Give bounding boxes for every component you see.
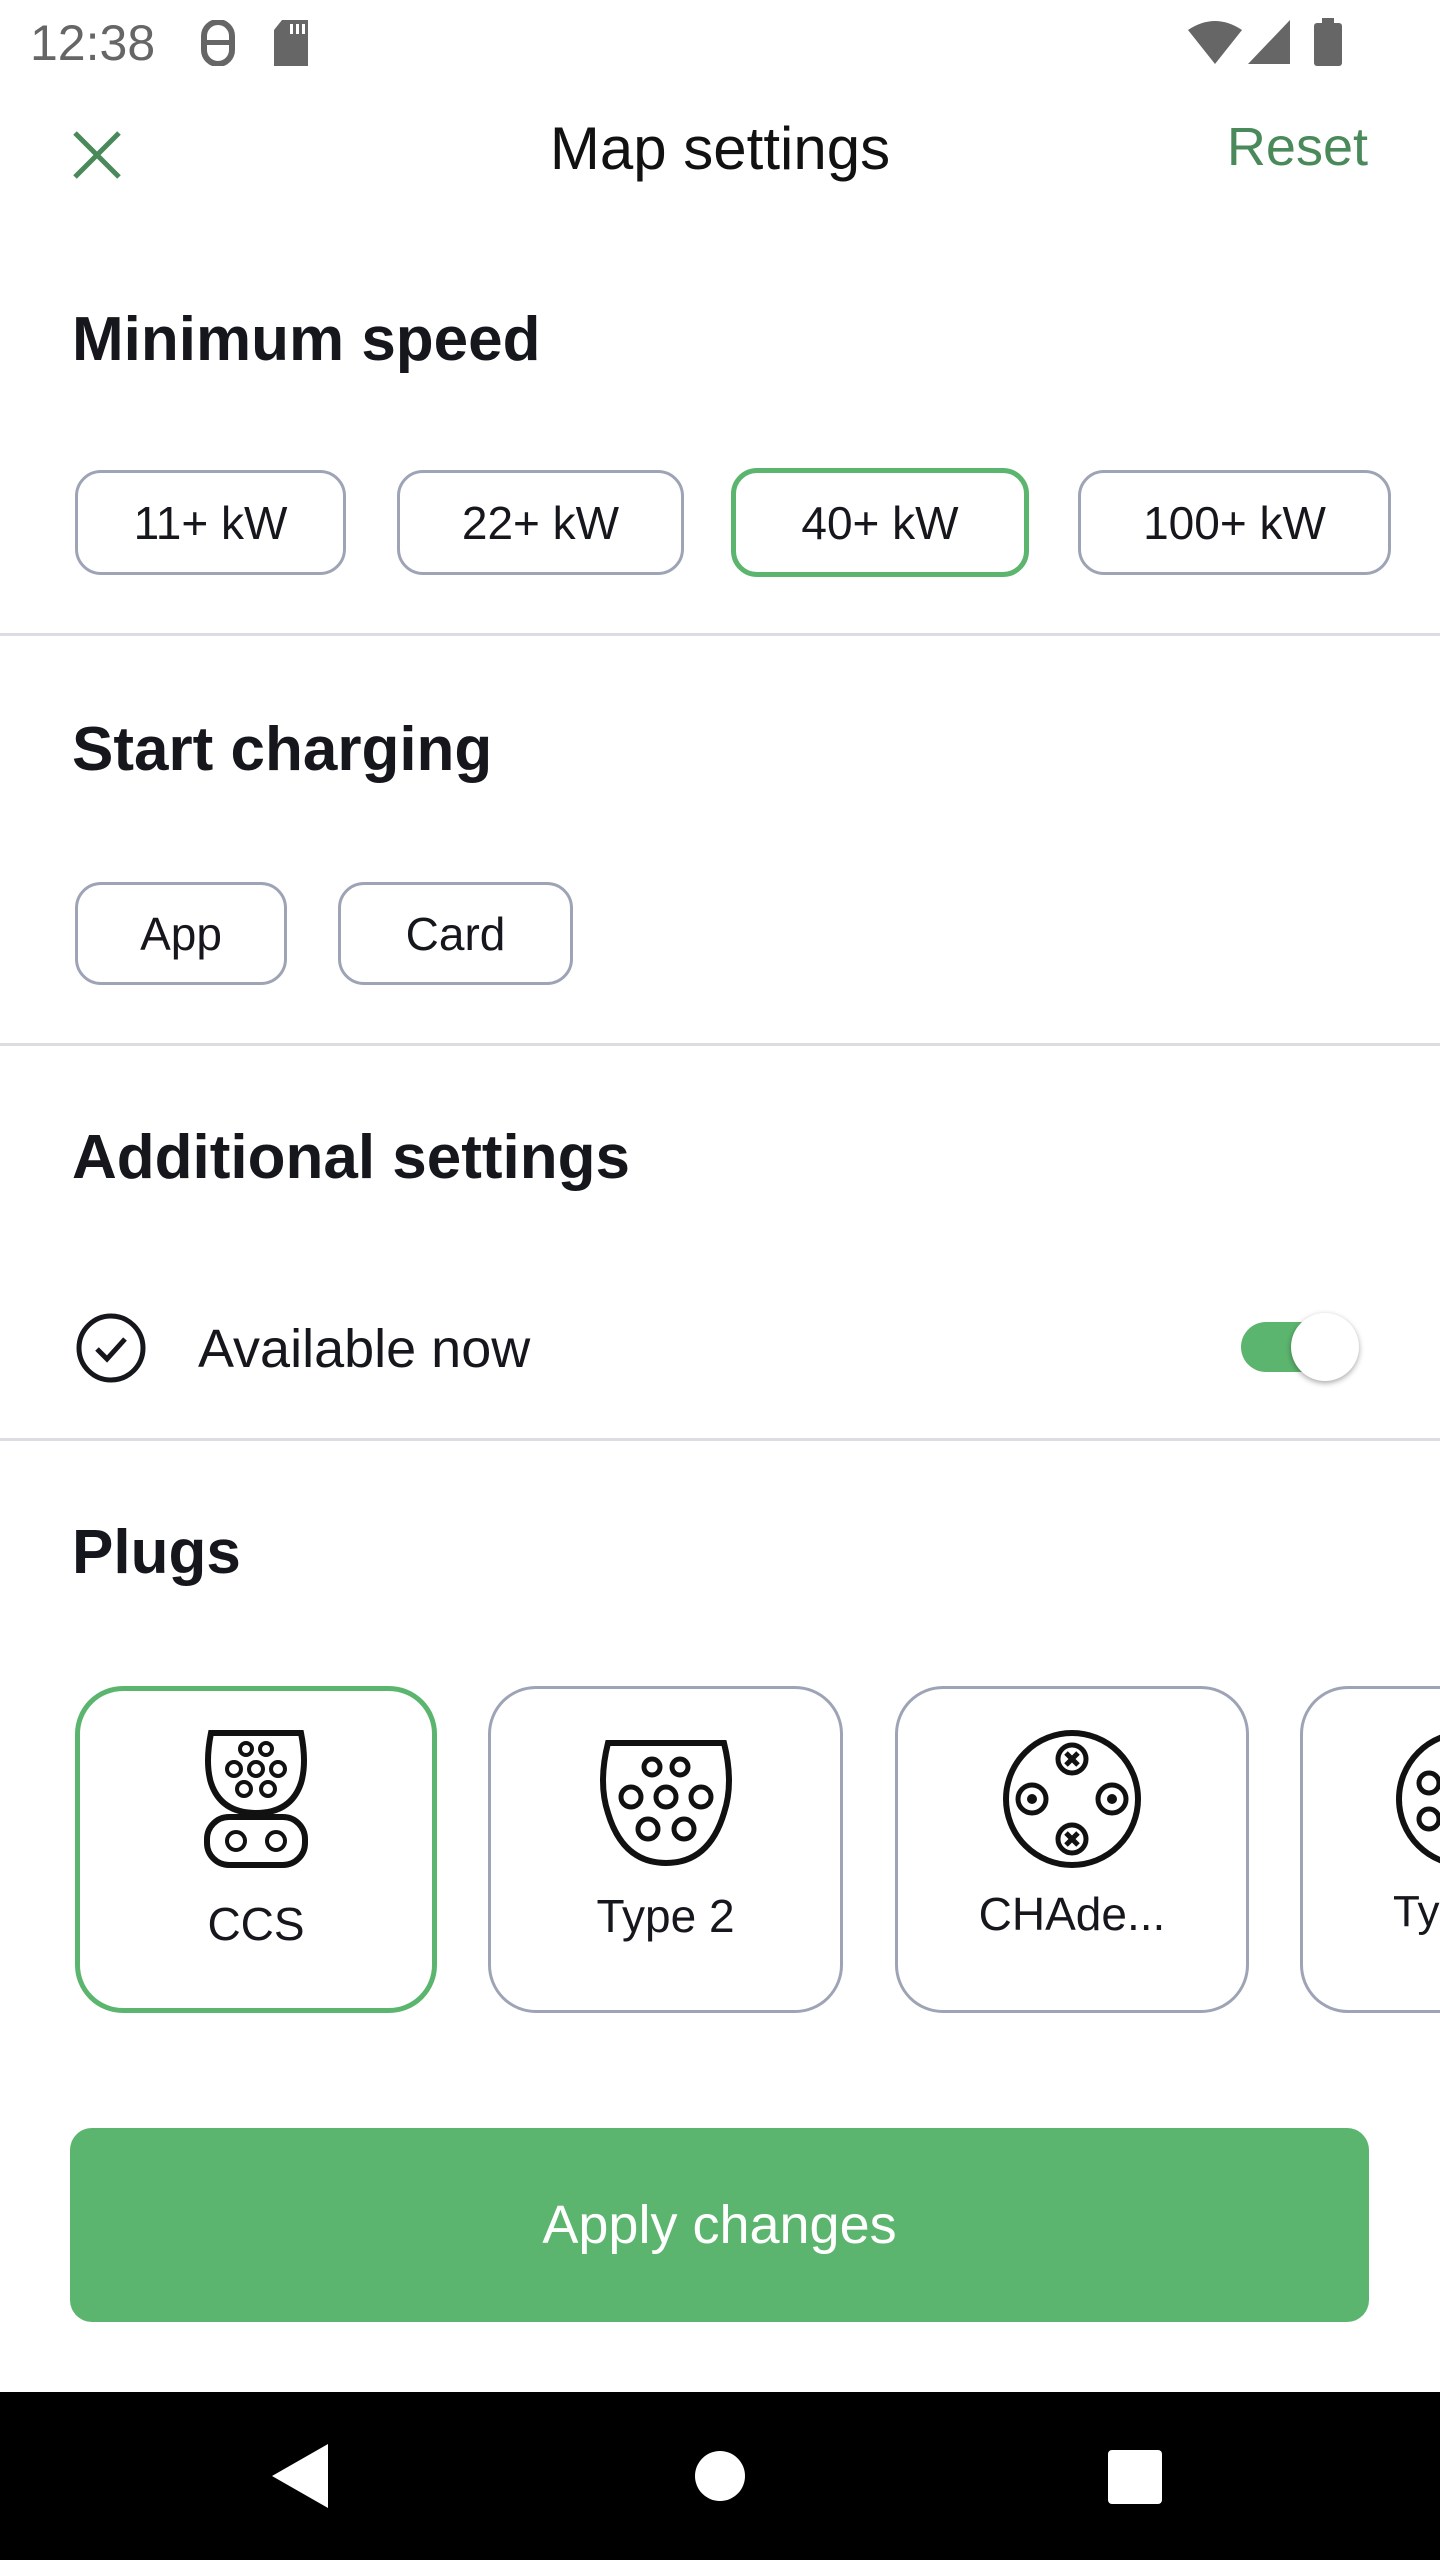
sd-card-icon [274,20,308,66]
additional-settings-title: Additional settings [72,1123,630,1192]
plug-card-type2[interactable]: Type 2 [488,1686,843,2013]
available-now-toggle[interactable] [1241,1313,1359,1381]
divider [0,633,1440,636]
start-charging-title: Start charging [72,715,493,784]
plug-card-chademo[interactable]: CHAde... [895,1686,1249,2013]
back-icon[interactable] [272,2444,328,2508]
page-title: Map settings [549,115,891,182]
start-chip-card[interactable]: Card [338,882,573,985]
plug-label: CHAde... [978,1888,1166,1940]
ccs-plug-icon [204,1730,308,1868]
wifi-icon [1188,21,1242,64]
divider [0,1438,1440,1441]
plug-label: CCS [207,1898,305,1950]
plug-card-ccs[interactable]: CCS [75,1686,437,2013]
type1-plug-icon [1396,1734,1440,1864]
speed-chip-100[interactable]: 100+ kW [1078,470,1391,575]
check-circle-icon [76,1313,146,1383]
divider [0,1043,1440,1046]
plug-card-type1[interactable]: Ty [1300,1686,1440,2013]
start-chip-app[interactable]: App [75,882,287,985]
apply-changes-button[interactable]: Apply changes [70,2128,1369,2322]
speed-chip-40[interactable]: 40+ kW [731,468,1029,577]
speed-chip-11[interactable]: 11+ kW [75,470,346,575]
plug-label: Ty [1393,1887,1440,1936]
toggle-knob [1291,1313,1359,1381]
home-icon[interactable] [694,2450,746,2502]
signal-icon [1248,20,1290,64]
recents-icon[interactable] [1108,2450,1162,2504]
plug-label: Type 2 [596,1890,735,1942]
type2-plug-icon [599,1740,732,1867]
navigation-bar [0,2392,1440,2560]
battery-icon [1314,18,1342,66]
speed-chip-22[interactable]: 22+ kW [397,470,684,575]
android-debug-icon [201,20,235,66]
chademo-plug-icon [1003,1730,1141,1868]
plugs-title: Plugs [72,1518,241,1587]
status-time: 12:38 [30,15,156,71]
minimum-speed-title: Minimum speed [72,305,541,374]
reset-button[interactable]: Reset [1227,116,1368,178]
available-now-label: Available now [198,1319,531,1379]
